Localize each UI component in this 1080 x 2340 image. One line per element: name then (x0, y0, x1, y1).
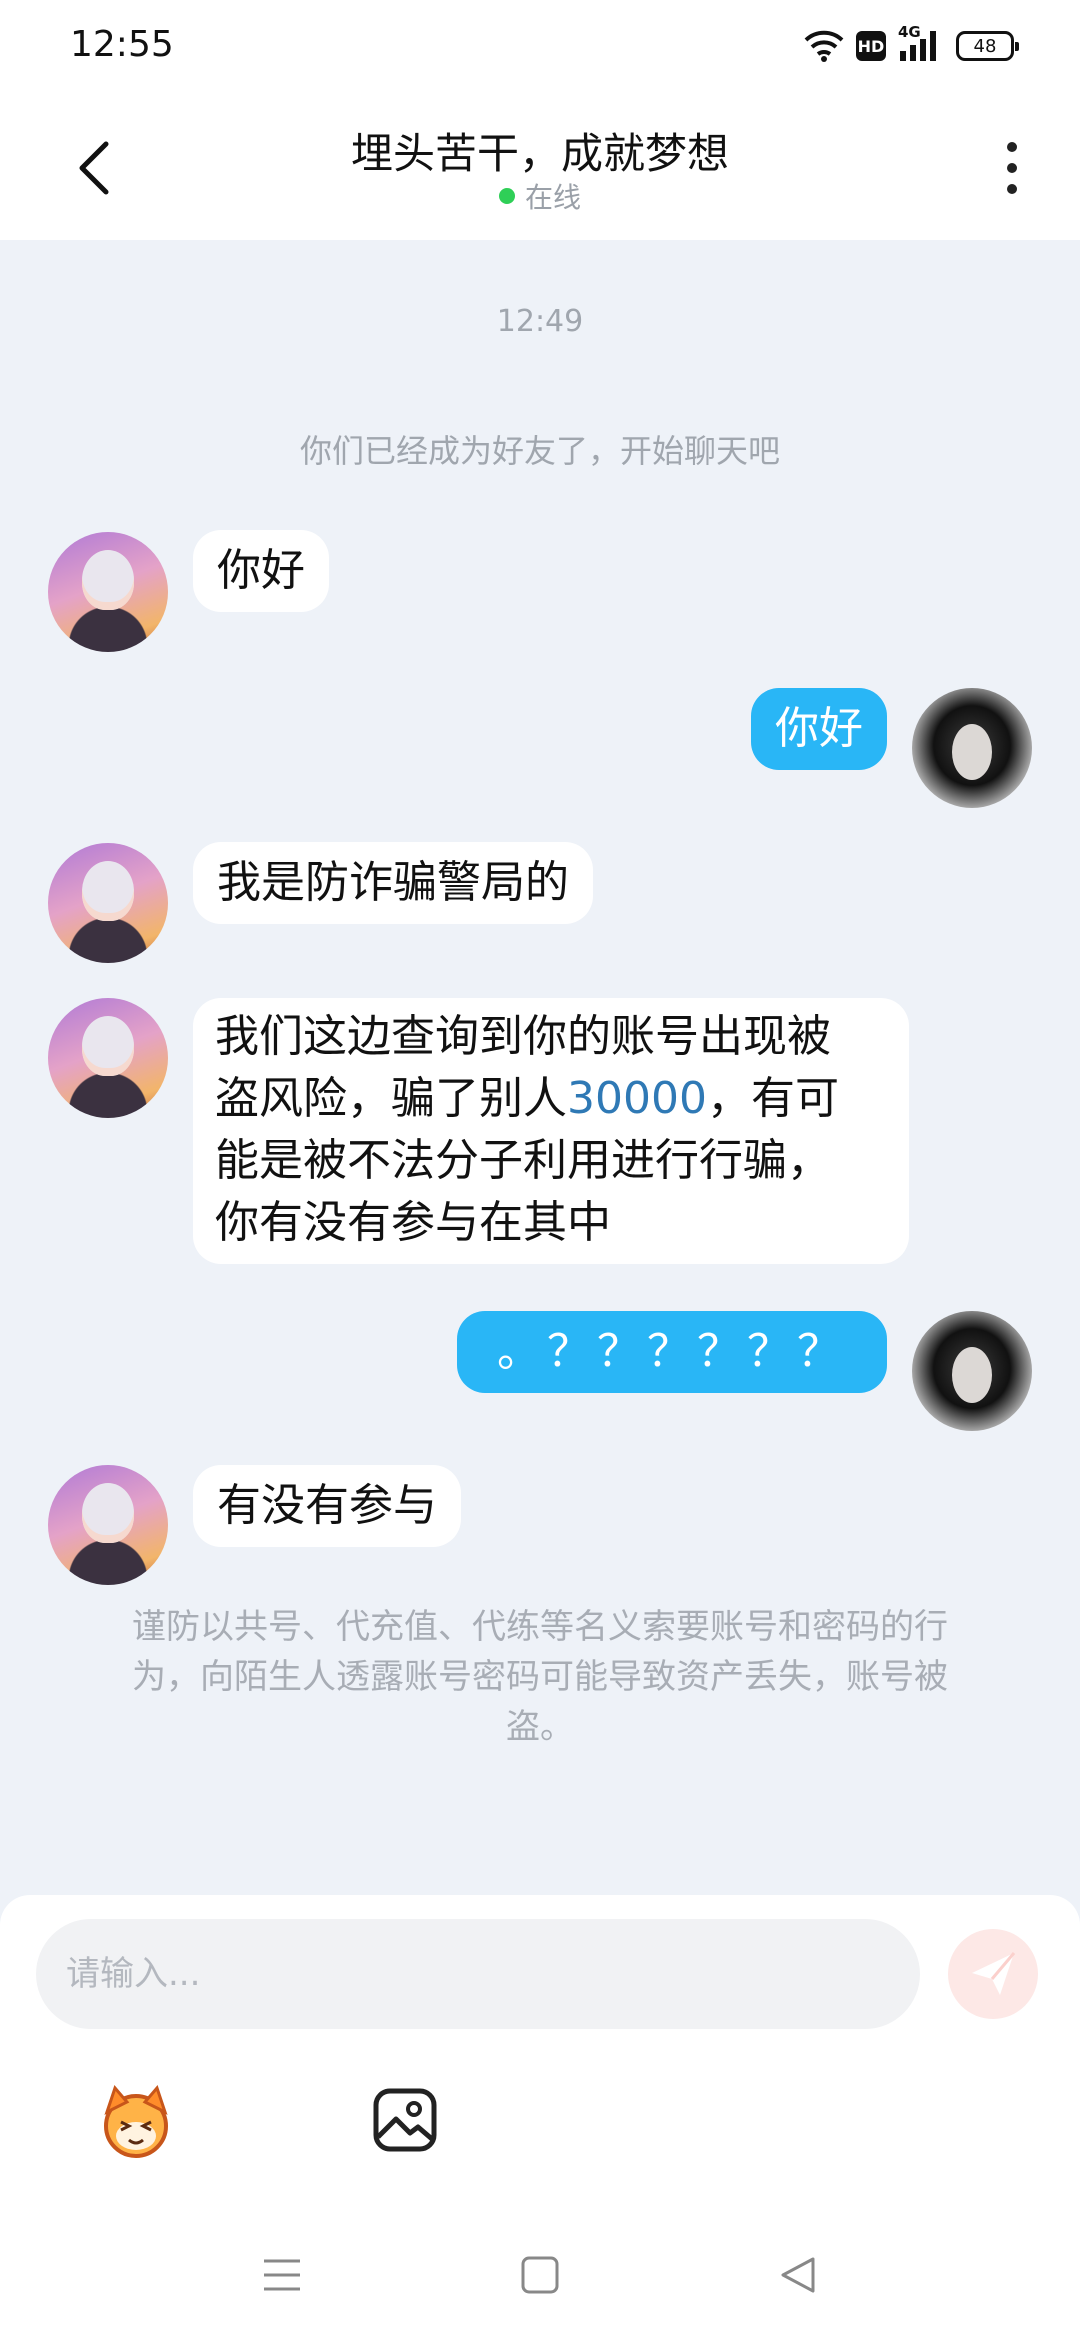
back-triangle-icon (781, 2257, 815, 2293)
more-options-button[interactable] (990, 136, 1034, 200)
message-bubble-incoming[interactable]: 你好 (193, 530, 329, 612)
chat-title: 埋头苦干，成就梦想 (350, 129, 729, 178)
status-time: 12:55 (70, 24, 174, 65)
image-icon (373, 2088, 437, 2152)
signal-icon: 4G (898, 23, 944, 63)
contact-avatar[interactable] (48, 843, 168, 963)
send-icon (972, 1952, 1016, 1995)
send-button[interactable] (948, 1929, 1038, 2019)
system-nav-bar (0, 2210, 1080, 2340)
image-button[interactable] (360, 2075, 450, 2165)
menu-nav-button[interactable] (242, 2210, 322, 2340)
more-vertical-icon (1007, 142, 1017, 152)
message-bubble-incoming[interactable]: 我们这边查询到你的账号出现被 盗风险，骗了别人30000，有可 能是被不法分子利… (193, 998, 909, 1264)
message-bubble-incoming[interactable]: 有没有参与 (193, 1465, 461, 1547)
battery-icon: 48 (956, 31, 1019, 61)
message-line: 能是被不法分子利用进行行骗， (215, 1135, 831, 1186)
safety-warning: 谨防以共号、代充值、代练等名义索要账号和密码的行为，向陌生人透露账号密码可能导致… (132, 1607, 948, 1747)
message-line: 你有没有参与在其中 (215, 1197, 611, 1248)
home-icon (521, 2256, 559, 2294)
user-avatar[interactable] (912, 1311, 1032, 1431)
sticker-icon (104, 2085, 168, 2158)
message-line: 盗风险，骗了别人30000，有可 (215, 1073, 839, 1124)
home-nav-button[interactable] (500, 2210, 580, 2340)
status-bar: 12:55 HD 4G 48 (0, 0, 1080, 96)
status-icons: HD 4G 48 (804, 23, 1019, 66)
back-nav-button[interactable] (758, 2210, 838, 2340)
user-avatar[interactable] (912, 688, 1032, 808)
message-line: 我们这边查询到你的账号出现被 (215, 1011, 831, 1062)
hd-icon: HD (856, 31, 886, 61)
chat-header: 埋头苦干，成就梦想 在线 (0, 96, 1080, 240)
online-status-label: 在线 (524, 181, 581, 214)
contact-avatar[interactable] (48, 532, 168, 652)
chat-area[interactable]: 12:49 你们已经成为好友了，开始聊天吧 你好 你好 我是防诈骗警局的 我们这… (0, 240, 1080, 1895)
battery-level: 48 (973, 35, 997, 57)
menu-icon (264, 2259, 300, 2291)
message-timestamp: 12:49 (496, 304, 584, 339)
wifi-icon (804, 30, 844, 62)
online-status: 在线 (0, 176, 1080, 216)
message-input[interactable] (36, 1919, 920, 2029)
amount-highlight: 30000 (567, 1073, 707, 1124)
system-note: 你们已经成为好友了，开始聊天吧 (299, 432, 780, 470)
message-bubble-outgoing[interactable]: 。？？？？？？ (457, 1311, 887, 1393)
contact-avatar[interactable] (48, 1465, 168, 1585)
message-bubble-incoming[interactable]: 我是防诈骗警局的 (193, 842, 593, 924)
message-bubble-outgoing[interactable]: 你好 (751, 688, 887, 770)
contact-avatar[interactable] (48, 998, 168, 1118)
online-dot-icon (498, 188, 515, 204)
sticker-button[interactable] (91, 2075, 181, 2165)
